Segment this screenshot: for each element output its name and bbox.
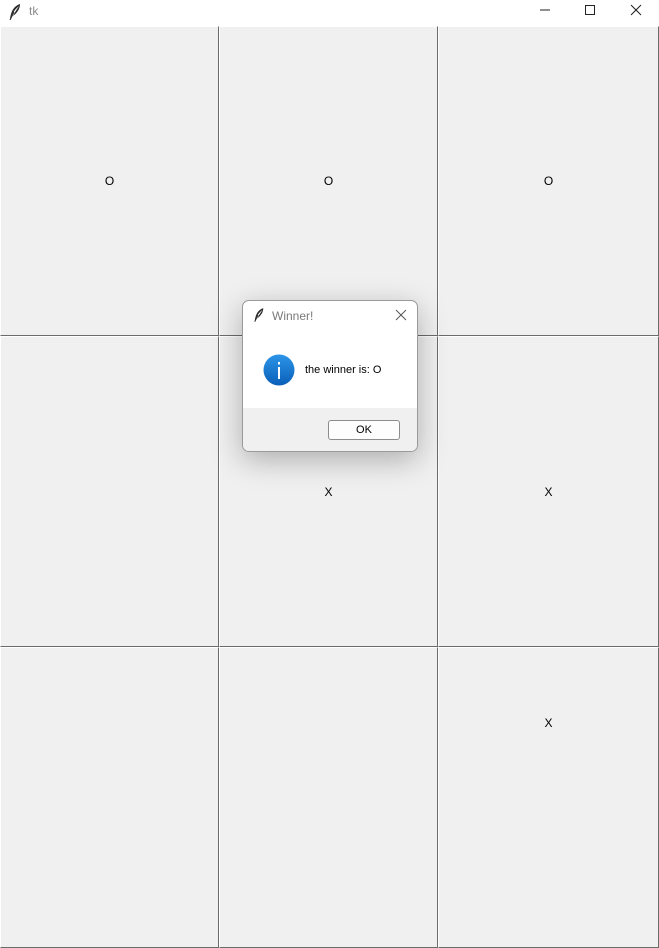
- maximize-button[interactable]: [567, 0, 613, 20]
- dialog-title: Winner!: [272, 309, 314, 323]
- feather-icon: [9, 4, 20, 21]
- board-cell-2-2[interactable]: X: [438, 647, 659, 948]
- board-cell-2-0[interactable]: [0, 647, 219, 948]
- board-cell-0-2[interactable]: O: [438, 26, 659, 336]
- minimize-button[interactable]: [522, 0, 568, 20]
- cell-mark: X: [544, 484, 553, 499]
- title-bar[interactable]: tk: [0, 0, 659, 26]
- game-board: O O O X X X: [0, 26, 659, 948]
- board-cell-0-1[interactable]: O: [219, 26, 438, 336]
- cell-mark: X: [324, 484, 333, 499]
- cell-mark: X: [544, 715, 553, 730]
- cell-mark: O: [323, 174, 334, 188]
- window-close-button[interactable]: [613, 0, 659, 20]
- board-cell-1-2[interactable]: X: [438, 336, 659, 647]
- board-cell-1-0[interactable]: [0, 336, 219, 647]
- dialog-message: the winner is: O: [305, 364, 382, 376]
- feather-icon: [254, 308, 264, 323]
- minimize-icon: [540, 9, 550, 11]
- close-icon: [630, 4, 642, 16]
- board-cell-2-1[interactable]: [219, 647, 438, 948]
- cell-mark: O: [543, 174, 554, 188]
- dialog-footer: OK: [243, 408, 417, 451]
- info-icon: [263, 354, 295, 386]
- tk-window: tk O O O X X X Winner! the winner is: O …: [0, 0, 659, 948]
- winner-dialog: Winner! the winner is: O OK: [242, 300, 418, 452]
- maximize-icon: [585, 5, 595, 15]
- board-cell-0-0[interactable]: O: [0, 26, 219, 336]
- window-title: tk: [29, 4, 39, 18]
- ok-button[interactable]: OK: [328, 420, 400, 440]
- close-icon[interactable]: [393, 307, 409, 323]
- cell-mark: O: [104, 174, 115, 188]
